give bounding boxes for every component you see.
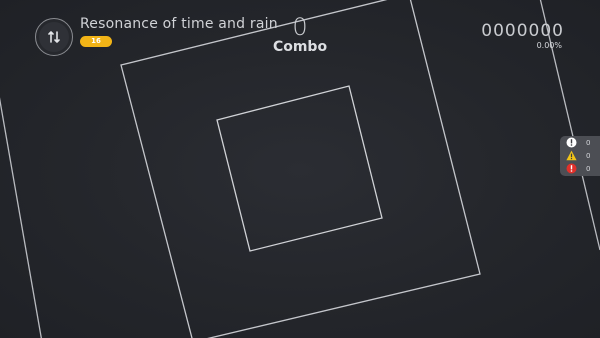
accuracy-percent: 0.00% [536, 41, 562, 50]
judgement-row-perfect: 0 [566, 137, 600, 149]
lane-line-left [0, 97, 42, 338]
combo-label: Combo [272, 39, 328, 55]
song-title: Resonance of time and rain [80, 16, 278, 32]
judgement-row-miss: 0 [566, 163, 600, 175]
difficulty-level-badge: 16 [80, 36, 112, 47]
error-circle-icon [566, 163, 577, 174]
judgement-count: 0 [586, 139, 591, 147]
warning-triangle-icon [566, 150, 577, 161]
judgement-row-good: 0 [566, 150, 600, 162]
inner-frame-square [216, 85, 383, 252]
judgement-panel: 0 0 0 [560, 136, 600, 176]
score-counter: 0000000 [481, 21, 564, 41]
combo-count: 0 [292, 13, 308, 41]
exclamation-circle-icon [566, 137, 577, 148]
pause-button[interactable] [35, 18, 73, 56]
judgement-count: 0 [586, 152, 591, 160]
swap-arrows-icon [48, 31, 60, 43]
game-stage[interactable]: Resonance of time and rain 16 0 Combo 00… [0, 0, 600, 338]
judgement-count: 0 [586, 165, 591, 173]
